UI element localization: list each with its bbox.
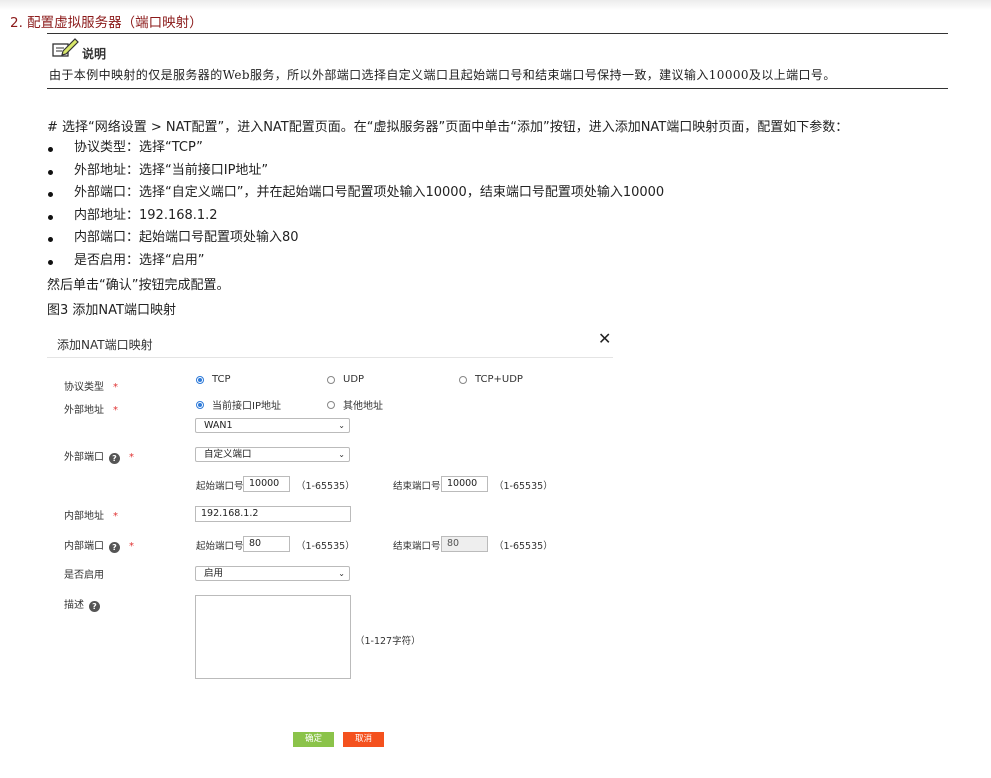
chevron-down-icon: ⌄ (338, 569, 345, 578)
list-item: 是否启用：选择“启用” (47, 250, 664, 273)
radio-selected-icon (196, 375, 204, 384)
int-address-input[interactable]: 192.168.1.2 (195, 506, 351, 522)
required-mark: * (113, 405, 118, 416)
note-text: 由于本例中映射的仅是服务器的Web服务，所以外部端口选择自定义端口且起始端口号和… (49, 68, 836, 82)
int-start-port-input[interactable]: 80 (243, 536, 290, 552)
range-hint: （1-65535） (494, 541, 553, 552)
section-title: 2. 配置虚拟服务器（端口映射） (10, 15, 203, 31)
radio-icon (327, 400, 335, 409)
confirm-button[interactable]: 确定 (293, 732, 334, 747)
desc-label: 描述? (64, 596, 100, 612)
enable-label: 是否启用 (64, 570, 104, 581)
dialog-header-divider (47, 357, 613, 358)
range-hint: （1-65535） (296, 481, 355, 492)
int-port-label: 内部端口? * (64, 541, 134, 553)
after-instruction: 然后单击“确认”按钮完成配置。 (47, 278, 230, 293)
int-end-port-label: 结束端口号 (393, 541, 441, 552)
list-item: 外部端口：选择“自定义端口”，并在起始端口号配置项处输入10000，结束端口号配… (47, 182, 664, 205)
ext-port-label: 外部端口? * (64, 452, 134, 464)
ext-end-port-label: 结束端口号 (393, 481, 441, 492)
ext-start-port-label: 起始端口号 (196, 481, 244, 492)
ext-addr-label: 外部地址 * (64, 405, 118, 416)
radio-selected-icon (196, 400, 204, 409)
list-item: 协议类型：选择“TCP” (47, 137, 664, 160)
parameter-list: 协议类型：选择“TCP” 外部地址：选择“当前接口IP地址” 外部端口：选择“自… (47, 137, 664, 272)
protocol-label: 协议类型 * (64, 382, 118, 393)
note-label: 说明 (82, 47, 107, 61)
required-mark: * (129, 452, 134, 463)
help-icon[interactable]: ? (89, 601, 100, 612)
required-mark: * (129, 541, 134, 552)
step-instruction: # 选择“网络设置 > NAT配置”，进入NAT配置页面。在“虚拟服务器”页面中… (47, 120, 849, 135)
chevron-down-icon: ⌄ (338, 450, 345, 459)
protocol-radio-tcp-udp[interactable]: TCP+UDP (459, 374, 523, 385)
description-textarea[interactable] (195, 595, 351, 679)
range-hint: （1-65535） (296, 541, 355, 552)
interface-select[interactable]: WAN1 ⌄ (195, 418, 350, 433)
note-pencil-icon (52, 38, 79, 57)
ext-addr-radio-other[interactable]: 其他地址 (327, 397, 383, 412)
int-end-port-input: 80 (441, 536, 488, 552)
dialog-title: 添加NAT端口映射 (57, 338, 153, 352)
help-icon[interactable]: ? (109, 542, 120, 553)
radio-icon (459, 375, 467, 384)
chevron-down-icon: ⌄ (338, 421, 345, 430)
list-item: 内部端口：起始端口号配置项处输入80 (47, 227, 664, 250)
top-shadow (0, 0, 991, 10)
figure-caption: 图3 添加NAT端口映射 (47, 303, 176, 318)
ext-addr-radio-current-ip[interactable]: 当前接口IP地址 (196, 397, 281, 412)
radio-icon (327, 375, 335, 384)
note-bottom-divider (47, 88, 948, 89)
help-icon[interactable]: ? (109, 453, 120, 464)
range-hint: （1-65535） (494, 481, 553, 492)
protocol-radio-tcp[interactable]: TCP (196, 374, 231, 385)
int-start-port-label: 起始端口号 (196, 541, 244, 552)
close-icon[interactable]: ✕ (598, 331, 611, 347)
required-mark: * (113, 511, 118, 522)
ext-start-port-input[interactable]: 10000 (243, 476, 290, 492)
ext-port-select[interactable]: 自定义端口 ⌄ (195, 447, 350, 462)
desc-hint: （1-127字符） (355, 636, 421, 647)
protocol-radio-udp[interactable]: UDP (327, 374, 364, 385)
required-mark: * (113, 382, 118, 393)
cancel-button[interactable]: 取消 (343, 732, 384, 747)
int-addr-label: 内部地址 * (64, 511, 118, 522)
list-item: 内部地址：192.168.1.2 (47, 205, 664, 228)
list-item: 外部地址：选择“当前接口IP地址” (47, 160, 664, 183)
note-top-divider (47, 33, 948, 34)
enable-select[interactable]: 启用 ⌄ (195, 566, 350, 581)
ext-end-port-input[interactable]: 10000 (441, 476, 488, 492)
